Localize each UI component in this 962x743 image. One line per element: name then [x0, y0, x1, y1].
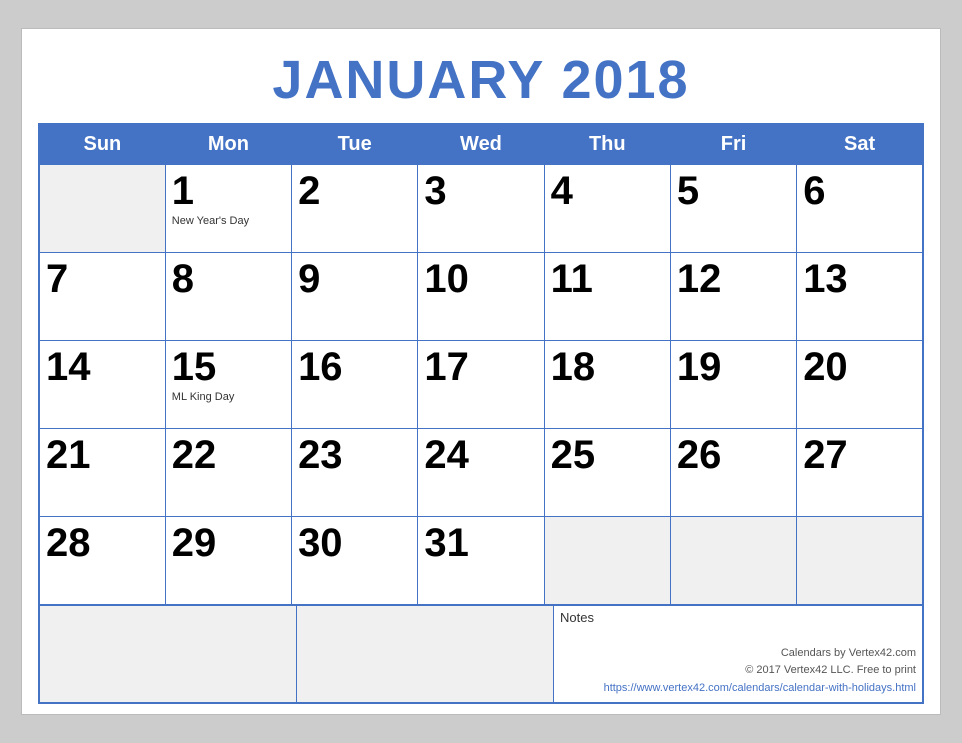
day-number: 3 [424, 169, 537, 213]
day-number: 11 [551, 257, 664, 301]
calendar-cell: 28 [39, 517, 165, 605]
calendar-cell: 12 [670, 253, 796, 341]
notes-cell: Notes Calendars by Vertex42.com © 2017 V… [554, 605, 924, 702]
calendar-cell [670, 517, 796, 605]
calendar-cell: 14 [39, 341, 165, 429]
notes-blank-2 [296, 605, 553, 702]
calendar-cell [544, 517, 670, 605]
calendar-cell: 31 [418, 517, 544, 605]
week-row-4: 21 22 23 24 25 26 27 [39, 429, 923, 517]
day-number: 19 [677, 345, 790, 389]
footer-line2: © 2017 Vertex42 LLC. Free to print [560, 662, 916, 680]
calendar-cell: 24 [418, 429, 544, 517]
day-number: 29 [172, 521, 285, 565]
day-number: 4 [551, 169, 664, 213]
calendar-cell: 6 [797, 165, 923, 253]
day-number: 1 [172, 169, 285, 213]
header-day-tue: Tue [292, 124, 418, 165]
calendar-table: SunMonTueWedThuFriSat 1New Year's Day234… [38, 123, 924, 606]
day-number: 22 [172, 433, 285, 477]
day-number: 21 [46, 433, 159, 477]
calendar-title: JANUARY 2018 [38, 39, 924, 123]
day-number: 9 [298, 257, 411, 301]
header-row: SunMonTueWedThuFriSat [39, 124, 923, 165]
header-day-thu: Thu [544, 124, 670, 165]
footer-link: https://www.vertex42.com/calendars/calen… [560, 680, 916, 698]
day-number: 25 [551, 433, 664, 477]
header-day-sat: Sat [797, 124, 923, 165]
notes-row: Notes Calendars by Vertex42.com © 2017 V… [39, 605, 923, 702]
calendar-container: JANUARY 2018 SunMonTueWedThuFriSat 1 New … [21, 28, 941, 714]
calendar-cell: 18 [544, 341, 670, 429]
notes-footer-table: Notes Calendars by Vertex42.com © 2017 V… [38, 605, 924, 704]
day-number: 8 [172, 257, 285, 301]
day-number: 28 [46, 521, 159, 565]
week-row-5: 28 29 30 31 [39, 517, 923, 605]
notes-label: Notes [560, 610, 916, 625]
calendar-cell [797, 517, 923, 605]
day-number: 16 [298, 345, 411, 389]
day-number: 17 [424, 345, 537, 389]
calendar-cell: 25 [544, 429, 670, 517]
day-number: 30 [298, 521, 411, 565]
calendar-cell: 17 [418, 341, 544, 429]
header-day-wed: Wed [418, 124, 544, 165]
holiday-label: New Year's Day [172, 215, 285, 227]
notes-blank-1 [39, 605, 296, 702]
calendar-cell: 3 [418, 165, 544, 253]
day-number: 10 [424, 257, 537, 301]
day-number: 13 [803, 257, 916, 301]
week-row-2: 789 10 11 12 13 [39, 253, 923, 341]
day-number: 6 [803, 169, 916, 213]
calendar-cell: 13 [797, 253, 923, 341]
calendar-cell: 10 [418, 253, 544, 341]
day-number: 5 [677, 169, 790, 213]
day-number: 12 [677, 257, 790, 301]
calendar-cell: 22 [165, 429, 291, 517]
calendar-cell: 1 New Year's Day [165, 165, 291, 253]
footer-line1: Calendars by Vertex42.com [560, 645, 916, 663]
calendar-cell: 5 [670, 165, 796, 253]
day-number: 18 [551, 345, 664, 389]
week-row-3: 14 15 ML King Day 16 17 18 19 20 [39, 341, 923, 429]
header-day-fri: Fri [670, 124, 796, 165]
holiday-label: ML King Day [172, 391, 285, 403]
calendar-cell: 30 [292, 517, 418, 605]
calendar-cell: 7 [39, 253, 165, 341]
calendar-cell: 19 [670, 341, 796, 429]
calendar-cell: 16 [292, 341, 418, 429]
calendar-cell: 11 [544, 253, 670, 341]
calendar-cell: 8 [165, 253, 291, 341]
calendar-cell: 29 [165, 517, 291, 605]
calendar-cell: 27 [797, 429, 923, 517]
calendar-cell: 4 [544, 165, 670, 253]
calendar-cell: 9 [292, 253, 418, 341]
calendar-cell: 23 [292, 429, 418, 517]
day-number: 15 [172, 345, 285, 389]
day-number: 24 [424, 433, 537, 477]
day-number: 31 [424, 521, 537, 565]
header-day-sun: Sun [39, 124, 165, 165]
day-number: 20 [803, 345, 916, 389]
calendar-cell: 15 ML King Day [165, 341, 291, 429]
day-number: 26 [677, 433, 790, 477]
header-day-mon: Mon [165, 124, 291, 165]
day-number: 23 [298, 433, 411, 477]
calendar-cell: 2 [292, 165, 418, 253]
calendar-cell: 21 [39, 429, 165, 517]
day-number: 2 [298, 169, 411, 213]
calendar-cell: 26 [670, 429, 796, 517]
week-row-1: 1 New Year's Day 23456 [39, 165, 923, 253]
day-number: 14 [46, 345, 159, 389]
calendar-cell: 20 [797, 341, 923, 429]
day-number: 27 [803, 433, 916, 477]
day-number: 7 [46, 257, 159, 301]
calendar-cell [39, 165, 165, 253]
